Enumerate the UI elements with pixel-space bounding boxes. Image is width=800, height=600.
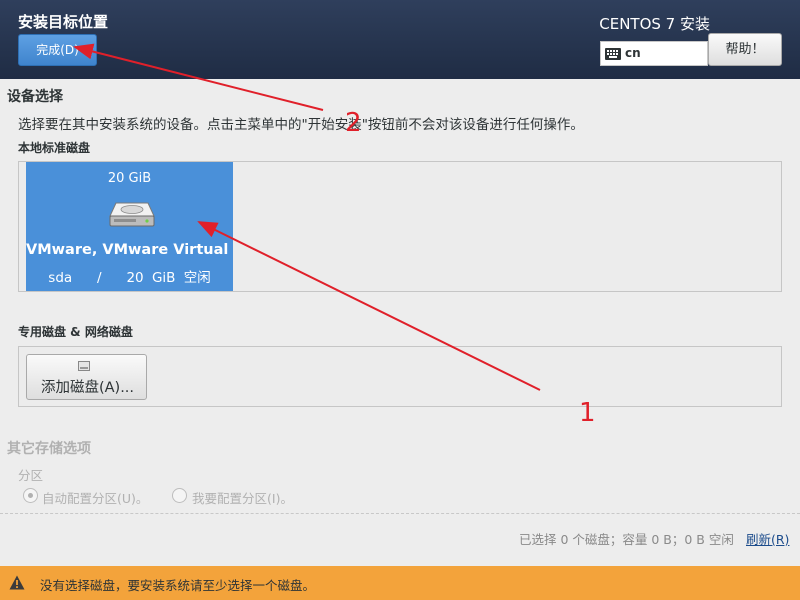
annotation-label-1: 1 — [579, 398, 596, 428]
product-title: CENTOS 7 安装 — [599, 15, 710, 33]
partition-label: 分区 — [18, 468, 44, 483]
device-selection-title: 设备选择 — [7, 89, 63, 105]
help-button[interactable]: 帮助！ — [708, 33, 782, 66]
annotation-label-2: 2 — [345, 108, 362, 138]
divider — [0, 513, 800, 514]
warning-message: 没有选择磁盘，要安装系统请至少选择一个磁盘。 — [40, 578, 316, 593]
warning-bar[interactable]: 没有选择磁盘，要安装系统请至少选择一个磁盘。 — [0, 566, 800, 600]
keyboard-layout-indicator[interactable]: cn — [600, 41, 708, 66]
disk-info: sda / 20 GiB 空闲 — [48, 270, 211, 286]
specialized-disks-heading: 专用磁盘 & 网络磁盘 — [18, 325, 133, 339]
add-disk-label: 添加磁盘(A)... — [40, 380, 135, 396]
disk-name: VMware, VMware Virtual S — [26, 242, 233, 258]
device-selection-instructions: 选择要在其中安装系统的设备。点击主菜单中的"开始安装"按钮前不会对该设备进行任何… — [18, 117, 584, 133]
annotation-overlay — [73, 43, 541, 391]
done-button[interactable]: 完成(D) — [18, 34, 97, 66]
manual-partition-label: 我要配置分区(I)。 — [192, 491, 293, 506]
other-storage-title: 其它存储选项 — [7, 441, 91, 457]
disk-size: 20 GiB — [107, 171, 152, 186]
page-title: 安装目标位置 — [18, 13, 109, 31]
manual-partition-radio[interactable] — [172, 488, 187, 503]
header-bar: 安装目标位置 完成(D) CENTOS 7 安装 cn 帮助！ — [0, 0, 800, 79]
keyboard-icon — [605, 48, 621, 60]
local-disks-heading: 本地标准磁盘 — [18, 141, 91, 155]
selection-summary: 已选择 0 个磁盘；容量 0 B；0 B 空闲 — [519, 532, 734, 547]
disk-tile-sda[interactable]: 20 GiB VMware, VMware Virtual S sda / 20… — [26, 162, 233, 291]
warning-icon — [9, 575, 25, 590]
auto-partition-label: 自动配置分区(U)。 — [42, 491, 149, 506]
disk-icon — [78, 361, 90, 371]
specialized-disks-panel: 添加磁盘(A)... — [18, 346, 782, 407]
local-disks-panel: 20 GiB VMware, VMware Virtual S sda / 20… — [18, 161, 782, 292]
refresh-link[interactable]: 刷新(R) — [746, 529, 789, 548]
hard-disk-icon — [109, 202, 155, 227]
keyboard-layout-label: cn — [625, 46, 641, 60]
add-disk-button[interactable]: 添加磁盘(A)... — [26, 354, 147, 400]
auto-partition-radio[interactable] — [23, 488, 38, 503]
